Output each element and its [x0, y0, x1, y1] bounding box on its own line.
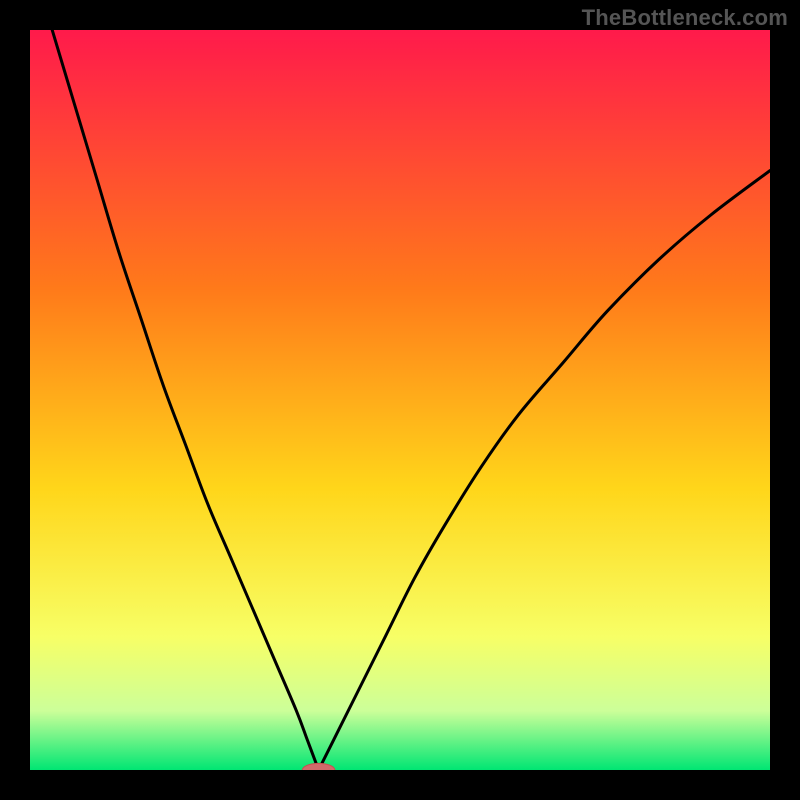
- plot-svg: [30, 30, 770, 770]
- gradient-background: [30, 30, 770, 770]
- chart-frame: TheBottleneck.com: [0, 0, 800, 800]
- plot-area: [30, 30, 770, 770]
- watermark-text: TheBottleneck.com: [582, 5, 788, 31]
